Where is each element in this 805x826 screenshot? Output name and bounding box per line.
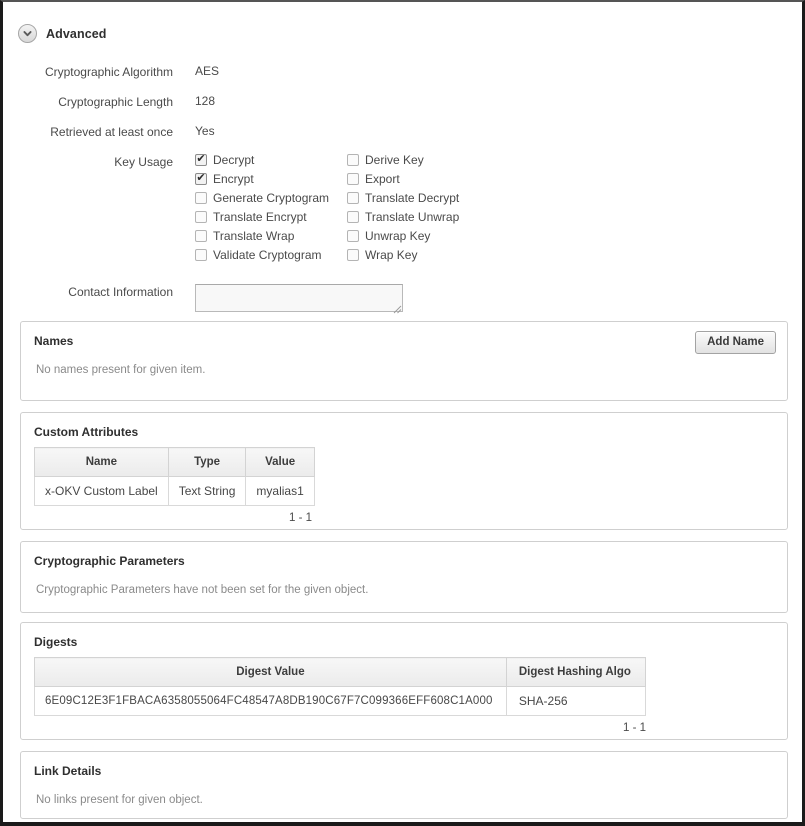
key-usage-option-translate-encrypt[interactable]: ✔ Translate Encrypt bbox=[195, 210, 347, 224]
cell-type: Text String bbox=[167, 476, 247, 506]
names-panel: Names Add Name No names present for give… bbox=[20, 321, 788, 401]
table-header-row: Digest Value Digest Hashing Algo bbox=[34, 657, 647, 687]
table-row[interactable]: 6E09C12E3F1FBACA6358055064FC48547A8DB190… bbox=[34, 686, 647, 716]
property-label: Cryptographic Length bbox=[58, 95, 173, 109]
column-header-digest-hashing-algo[interactable]: Digest Hashing Algo bbox=[505, 657, 647, 687]
custom-attributes-pager: 1 - 1 bbox=[288, 512, 312, 524]
cell-digest-value: 6E09C12E3F1FBACA6358055064FC48547A8DB190… bbox=[34, 686, 507, 716]
cryptographic-parameters-panel-title: Cryptographic Parameters bbox=[34, 554, 185, 568]
key-usage-option-validate-cryptogram[interactable]: ✔ Validate Cryptogram bbox=[195, 248, 347, 262]
names-empty-message: No names present for given item. bbox=[36, 364, 206, 376]
contact-information-input[interactable] bbox=[195, 284, 403, 312]
key-usage-option-encrypt[interactable]: ✔ Encrypt bbox=[195, 172, 347, 186]
advanced-section-header: Advanced bbox=[18, 24, 107, 43]
digests-table: Digest Value Digest Hashing Algo 6E09C12… bbox=[34, 657, 647, 716]
checkbox-label: Decrypt bbox=[213, 153, 255, 167]
custom-attributes-panel: Custom Attributes Name Type Value x-OKV … bbox=[20, 412, 788, 530]
key-usage-label: Key Usage bbox=[114, 155, 173, 169]
checkbox-label: Unwrap Key bbox=[365, 229, 431, 243]
cryptographic-parameters-empty-message: Cryptographic Parameters have not been s… bbox=[36, 584, 369, 596]
property-value: 128 bbox=[195, 94, 216, 108]
checkbox-label: Translate Wrap bbox=[213, 229, 295, 243]
checkbox-label: Encrypt bbox=[213, 172, 254, 186]
checkbox-decrypt[interactable]: ✔ bbox=[195, 154, 207, 166]
key-usage-option-wrap-key[interactable]: ✔ Wrap Key bbox=[347, 248, 499, 262]
property-label: Retrieved at least once bbox=[50, 125, 173, 139]
checkbox-translate-decrypt[interactable]: ✔ bbox=[347, 192, 359, 204]
key-usage-option-translate-decrypt[interactable]: ✔ Translate Decrypt bbox=[347, 191, 499, 205]
checkbox-label: Wrap Key bbox=[365, 248, 418, 262]
property-row-crypto-length: Cryptographic Length 128 bbox=[3, 94, 793, 109]
checkbox-encrypt[interactable]: ✔ bbox=[195, 173, 207, 185]
link-details-panel-title: Link Details bbox=[34, 764, 102, 778]
checkbox-label: Generate Cryptogram bbox=[213, 191, 330, 205]
checkbox-translate-wrap[interactable]: ✔ bbox=[195, 230, 207, 242]
checkbox-validate-cryptogram[interactable]: ✔ bbox=[195, 249, 207, 261]
link-details-empty-message: No links present for given object. bbox=[36, 794, 203, 806]
checkbox-wrap-key[interactable]: ✔ bbox=[347, 249, 359, 261]
add-name-button[interactable]: Add Name bbox=[695, 331, 776, 354]
property-row-retrieved-once: Retrieved at least once Yes bbox=[3, 124, 793, 139]
digests-panel-title: Digests bbox=[34, 635, 78, 649]
table-header-row: Name Type Value bbox=[34, 447, 315, 477]
names-panel-title: Names bbox=[34, 334, 74, 348]
key-usage-option-translate-unwrap[interactable]: ✔ Translate Unwrap bbox=[347, 210, 499, 224]
checkbox-translate-unwrap[interactable]: ✔ bbox=[347, 211, 359, 223]
checkbox-export[interactable]: ✔ bbox=[347, 173, 359, 185]
contact-information-label: Contact Information bbox=[68, 285, 173, 299]
key-usage-option-derive-key[interactable]: ✔ Derive Key bbox=[347, 153, 499, 167]
property-list: Cryptographic Algorithm AES Cryptographi… bbox=[3, 64, 793, 315]
checkbox-derive-key[interactable]: ✔ bbox=[347, 154, 359, 166]
checkbox-translate-encrypt[interactable]: ✔ bbox=[195, 211, 207, 223]
advanced-details-pane: Advanced Cryptographic Algorithm AES Cry… bbox=[3, 2, 802, 822]
checkbox-label: Translate Unwrap bbox=[365, 210, 460, 224]
key-usage-option-generate-cryptogram[interactable]: ✔ Generate Cryptogram bbox=[195, 191, 347, 205]
property-value: AES bbox=[195, 64, 220, 78]
checkbox-label: Export bbox=[365, 172, 400, 186]
cell-value: myalias1 bbox=[245, 476, 315, 506]
key-usage-option-unwrap-key[interactable]: ✔ Unwrap Key bbox=[347, 229, 499, 243]
checkbox-label: Validate Cryptogram bbox=[213, 248, 322, 262]
checkbox-unwrap-key[interactable]: ✔ bbox=[347, 230, 359, 242]
column-header-value[interactable]: Value bbox=[245, 447, 315, 477]
property-row-contact-information: Contact Information bbox=[3, 284, 793, 315]
property-row-crypto-algorithm: Cryptographic Algorithm AES bbox=[3, 64, 793, 79]
checkbox-label: Translate Decrypt bbox=[365, 191, 460, 205]
property-row-key-usage: Key Usage ✔ Decrypt ✔ Derive Key ✔ Encry… bbox=[3, 153, 793, 262]
custom-attributes-table: Name Type Value x-OKV Custom Label Text … bbox=[34, 447, 315, 506]
section-title: Advanced bbox=[46, 26, 107, 41]
checkbox-label: Translate Encrypt bbox=[213, 210, 307, 224]
column-header-type[interactable]: Type bbox=[167, 447, 247, 477]
cryptographic-parameters-panel: Cryptographic Parameters Cryptographic P… bbox=[20, 541, 788, 613]
chevron-down-icon[interactable] bbox=[18, 24, 37, 43]
key-usage-option-decrypt[interactable]: ✔ Decrypt bbox=[195, 153, 347, 167]
key-usage-option-translate-wrap[interactable]: ✔ Translate Wrap bbox=[195, 229, 347, 243]
checkbox-label: Derive Key bbox=[365, 153, 424, 167]
link-details-panel: Link Details No links present for given … bbox=[20, 751, 788, 819]
table-row[interactable]: x-OKV Custom Label Text String myalias1 bbox=[34, 476, 315, 506]
key-usage-checkbox-grid: ✔ Decrypt ✔ Derive Key ✔ Encrypt ✔ Expor… bbox=[195, 153, 499, 262]
digests-pager: 1 - 1 bbox=[622, 722, 646, 734]
column-header-name[interactable]: Name bbox=[34, 447, 169, 477]
custom-attributes-panel-title: Custom Attributes bbox=[34, 425, 139, 439]
column-header-digest-value[interactable]: Digest Value bbox=[34, 657, 507, 687]
property-label: Cryptographic Algorithm bbox=[44, 65, 173, 79]
property-value: Yes bbox=[195, 124, 215, 138]
cell-name: x-OKV Custom Label bbox=[34, 476, 169, 506]
window-frame: Advanced Cryptographic Algorithm AES Cry… bbox=[0, 0, 805, 826]
cell-digest-hashing-algo: SHA-256 bbox=[505, 686, 647, 716]
digests-panel: Digests Digest Value Digest Hashing Algo… bbox=[20, 622, 788, 740]
key-usage-option-export[interactable]: ✔ Export bbox=[347, 172, 499, 186]
checkbox-generate-cryptogram[interactable]: ✔ bbox=[195, 192, 207, 204]
